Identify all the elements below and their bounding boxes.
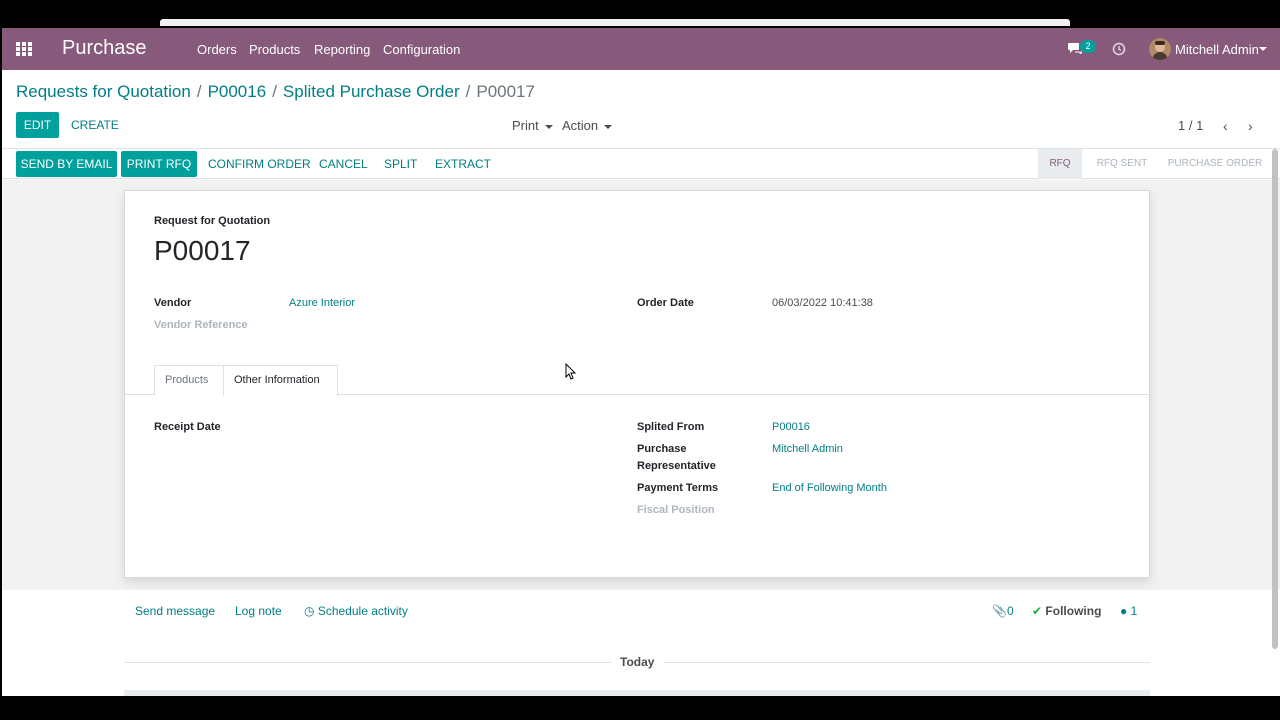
document-type-label: Request for Quotation: [154, 215, 271, 227]
extract-button[interactable]: EXTRACT: [435, 151, 491, 177]
today-separator: Today: [620, 655, 655, 669]
payment-terms-label: Payment Terms: [637, 482, 719, 494]
order-date-label: Order Date: [637, 297, 694, 309]
fiscal-position-label: Fiscal Position: [637, 504, 715, 516]
control-panel: Requests for Quotation / P00016 / Splited Pu…: [2, 70, 1280, 149]
send-message-button[interactable]: Send message: [135, 604, 215, 618]
action-label: Action: [562, 118, 599, 133]
menu-reporting[interactable]: Reporting: [314, 42, 370, 57]
user-menu-name[interactable]: Mitchell Admin: [1175, 42, 1259, 57]
confirm-order-button[interactable]: CONFIRM ORDER: [208, 151, 311, 177]
menu-configuration[interactable]: Configuration: [383, 42, 460, 57]
cancel-button[interactable]: CANCEL: [319, 151, 368, 177]
following-label: Following: [1045, 604, 1102, 618]
print-label: Print: [512, 118, 539, 133]
schedule-activity-button[interactable]: ◷ Schedule activity: [304, 604, 408, 618]
breadcrumb: Requests for Quotation / P00016 / Splited Pu…: [16, 82, 535, 102]
followers-count: 1: [1130, 604, 1138, 618]
schedule-activity-label: Schedule activity: [317, 604, 408, 618]
form-sheet: Request for Quotation P00017 Vendor Azur…: [124, 190, 1150, 578]
purchase-representative-value[interactable]: Mitchell Admin: [772, 443, 843, 455]
breadcrumb-splited-order[interactable]: Splited Purchase Order: [283, 82, 460, 101]
clock-icon: ◷: [304, 604, 315, 618]
payment-terms-value[interactable]: End of Following Month: [772, 482, 887, 494]
edit-button[interactable]: EDIT: [16, 112, 59, 138]
mouse-cursor-icon: [565, 363, 577, 380]
pager-value[interactable]: 1 / 1: [1178, 118, 1203, 133]
menu-products[interactable]: Products: [249, 42, 300, 57]
menu-orders[interactable]: Orders: [197, 42, 237, 57]
breadcrumb-separator: /: [196, 82, 202, 101]
print-dropdown[interactable]: Print: [512, 118, 553, 133]
vendor-label: Vendor: [154, 297, 192, 309]
breadcrumb-rfq[interactable]: Requests for Quotation: [16, 82, 191, 101]
screen-bottom-bar: [0, 696, 1280, 720]
divider: [664, 662, 1150, 663]
stage-rfq-sent[interactable]: RFQ SENT: [1084, 149, 1160, 179]
vendor-reference-label: Vendor Reference: [154, 319, 248, 331]
check-icon: ✔: [1032, 604, 1043, 618]
breadcrumb-current: P00017: [476, 82, 535, 101]
breadcrumb-separator: /: [465, 82, 471, 101]
browser-tab-edge: [160, 19, 1070, 26]
purchase-representative-label-line2: Representative: [637, 460, 716, 472]
paperclip-icon: 📎: [992, 604, 1007, 618]
breadcrumb-p00016[interactable]: P00016: [208, 82, 267, 101]
purchase-representative-label-line1: Purchase: [637, 443, 687, 455]
stage-rfq[interactable]: RFQ: [1038, 149, 1082, 179]
followers-button[interactable]: ● 1: [1120, 604, 1137, 618]
tab-other-information[interactable]: Other Information: [223, 365, 338, 396]
breadcrumb-separator: /: [272, 82, 277, 101]
notebook-tabs: Products Other Information: [125, 365, 1149, 396]
browser-top-strip: [0, 0, 1280, 26]
print-rfq-button[interactable]: PRINT RFQ: [121, 151, 197, 177]
caret-down-icon[interactable]: [1259, 47, 1267, 51]
order-date-value: 06/03/2022 10:41:38: [772, 297, 873, 309]
following-button[interactable]: ✔ Following: [1032, 604, 1101, 618]
chatter: Send message Log note ◷ Schedule activit…: [2, 590, 1280, 696]
top-navbar: Purchase Orders Products Reporting Confi…: [2, 28, 1280, 70]
attachments-button[interactable]: 📎0: [992, 604, 1014, 618]
pager-next-icon[interactable]: ›: [1248, 118, 1253, 134]
odoo-app: Purchase Orders Products Reporting Confi…: [2, 28, 1280, 696]
stage-purchase-order[interactable]: PURCHASE ORDER: [1162, 149, 1268, 179]
action-dropdown[interactable]: Action: [562, 118, 613, 133]
chat-count-badge: 2: [1080, 40, 1096, 53]
split-button[interactable]: SPLIT: [384, 151, 417, 177]
document-name: P00017: [154, 235, 251, 266]
caret-down-icon: [604, 124, 613, 129]
apps-menu-icon[interactable]: [16, 42, 32, 56]
app-brand[interactable]: Purchase: [62, 37, 147, 60]
send-by-email-button[interactable]: SEND BY EMAIL: [16, 151, 117, 177]
vendor-value[interactable]: Azure Interior: [289, 297, 355, 309]
log-note-button[interactable]: Log note: [235, 604, 282, 618]
avatar-image-icon: [1149, 38, 1171, 60]
splited-from-value[interactable]: P00016: [772, 421, 810, 433]
form-sheet-background: Request for Quotation P00017 Vendor Azur…: [2, 180, 1280, 590]
splited-from-label: Splited From: [637, 421, 705, 433]
screen-frame: Purchase Orders Products Reporting Confi…: [0, 0, 1280, 720]
divider: [124, 662, 612, 663]
user-icon: ●: [1120, 604, 1128, 618]
attachment-count: 0: [1006, 604, 1014, 618]
pager-previous-icon[interactable]: ‹: [1223, 118, 1228, 134]
form-statusbar: SEND BY EMAIL PRINT RFQ CONFIRM ORDER CA…: [2, 149, 1280, 179]
create-button[interactable]: CREATE: [71, 112, 119, 138]
user-avatar[interactable]: [1149, 38, 1171, 60]
receipt-date-label: Receipt Date: [154, 421, 221, 433]
clock-icon[interactable]: [1112, 42, 1126, 56]
tab-products[interactable]: Products: [154, 365, 224, 395]
caret-down-icon: [544, 124, 553, 129]
scrollbar[interactable]: [1272, 149, 1278, 649]
